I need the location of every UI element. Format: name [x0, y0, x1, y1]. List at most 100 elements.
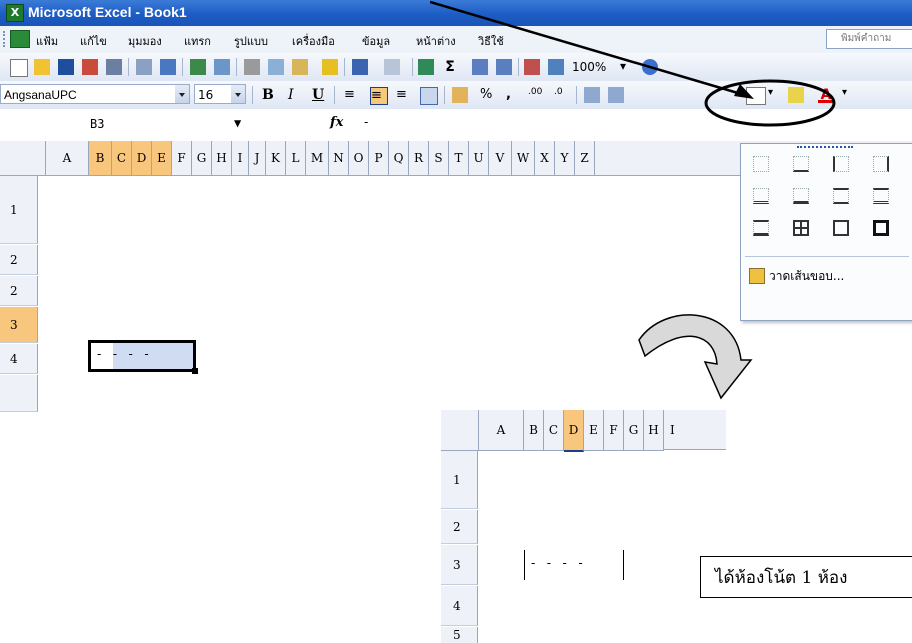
select-all-corner[interactable]	[441, 410, 479, 451]
new-icon[interactable]	[10, 59, 28, 77]
column-header[interactable]: R	[409, 141, 429, 175]
menu-format[interactable]: รูปแบบ	[234, 32, 268, 50]
print-icon[interactable]	[136, 59, 152, 75]
column-header[interactable]: E	[584, 410, 604, 451]
column-header[interactable]: O	[349, 141, 369, 175]
undo-icon[interactable]	[352, 59, 368, 75]
row-header[interactable]: 2	[0, 245, 38, 275]
top-bottom-border-icon[interactable]	[833, 188, 849, 204]
right-border-icon[interactable]	[873, 156, 889, 172]
bottom-double-border-icon[interactable]	[753, 188, 769, 204]
column-header[interactable]: G	[624, 410, 644, 451]
column-header[interactable]: S	[429, 141, 449, 175]
function-icon[interactable]: fx	[330, 115, 343, 130]
cut-icon[interactable]	[244, 59, 260, 75]
row-header[interactable]: 5	[441, 627, 478, 643]
column-header[interactable]: F	[604, 410, 624, 451]
select-all-corner[interactable]	[0, 141, 46, 175]
column-header[interactable]: D	[132, 141, 152, 175]
fill-handle[interactable]	[192, 368, 198, 374]
column-header[interactable]: F	[172, 141, 192, 175]
row-header[interactable]: 3	[441, 545, 478, 585]
row-header[interactable]: 1	[441, 451, 478, 509]
column-header[interactable]: M	[306, 141, 329, 175]
column-header[interactable]: I	[664, 410, 726, 450]
draw-borders-menu-item[interactable]: วาดเส้นขอบ...	[769, 267, 844, 286]
column-header[interactable]: H	[644, 410, 664, 451]
align-center-icon[interactable]: ≡	[370, 87, 388, 105]
font-name-select[interactable]: AngsanaUPC	[0, 84, 190, 104]
permission-icon[interactable]	[82, 59, 98, 75]
menu-file[interactable]: แฟ้ม	[36, 32, 58, 50]
print-preview-icon[interactable]	[160, 59, 176, 75]
spelling-icon[interactable]	[190, 59, 206, 75]
no-border-icon[interactable]	[753, 156, 769, 172]
column-header[interactable]: A	[46, 141, 89, 175]
column-header[interactable]: E	[152, 141, 172, 175]
font-size-select[interactable]: 16	[194, 84, 246, 104]
formula-input[interactable]: -	[364, 115, 368, 129]
menu-insert[interactable]: แทรก	[184, 32, 211, 50]
thick-bottom-border-icon[interactable]	[793, 188, 809, 204]
all-borders-icon[interactable]	[793, 220, 809, 236]
italic-button[interactable]: I	[288, 87, 304, 103]
workbook-icon[interactable]	[10, 30, 30, 48]
chevron-down-icon[interactable]	[231, 85, 245, 103]
ask-question-input[interactable]: พิมพ์คำถาม	[826, 29, 912, 49]
column-header[interactable]: X	[535, 141, 555, 175]
column-header[interactable]: V	[489, 141, 512, 175]
column-header[interactable]: I	[232, 141, 249, 175]
thick-box-border-icon[interactable]	[873, 220, 889, 236]
column-header[interactable]: U	[469, 141, 489, 175]
row-header[interactable]: 4	[441, 586, 478, 626]
chevron-down-icon[interactable]: ▾	[842, 87, 852, 103]
underline-button[interactable]: U	[312, 87, 328, 103]
column-header[interactable]: T	[449, 141, 469, 175]
selected-range[interactable]: - - - -	[88, 340, 198, 374]
save-icon[interactable]	[58, 59, 74, 75]
redo-icon[interactable]	[384, 59, 400, 75]
menu-edit[interactable]: แก้ไข	[80, 32, 107, 50]
column-header[interactable]: Y	[555, 141, 575, 175]
column-header[interactable]: Z	[575, 141, 595, 175]
research-icon[interactable]	[214, 59, 230, 75]
top-double-bottom-border-icon[interactable]	[873, 188, 889, 204]
column-header[interactable]: G	[192, 141, 212, 175]
toolbar-grip[interactable]	[3, 31, 8, 47]
column-header[interactable]: K	[266, 141, 286, 175]
row-header[interactable]	[0, 375, 38, 412]
row-header[interactable]: 2	[441, 510, 478, 544]
panel-drag-handle[interactable]	[797, 146, 853, 152]
column-header[interactable]: B	[524, 410, 544, 451]
row-header[interactable]: 2	[0, 276, 38, 306]
open-icon[interactable]	[34, 59, 50, 75]
column-header[interactable]: J	[249, 141, 266, 175]
column-header[interactable]: B	[89, 141, 112, 175]
paste-icon[interactable]	[292, 59, 308, 75]
copy-icon[interactable]	[268, 59, 284, 75]
top-thick-bottom-border-icon[interactable]	[753, 220, 769, 236]
outside-borders-icon[interactable]	[833, 220, 849, 236]
menu-data[interactable]: ข้อมูล	[362, 32, 390, 50]
left-border-icon[interactable]	[833, 156, 849, 172]
column-header[interactable]: A	[479, 410, 524, 451]
column-header[interactable]: L	[286, 141, 306, 175]
column-header[interactable]: C	[112, 141, 132, 175]
column-header[interactable]: Q	[389, 141, 409, 175]
name-box[interactable]: B3 ▼	[4, 114, 244, 134]
format-painter-icon[interactable]	[322, 59, 338, 75]
menu-view[interactable]: มุมมอง	[128, 32, 162, 50]
row-header[interactable]: 1	[0, 176, 38, 244]
align-right-icon[interactable]: ≡	[396, 87, 412, 103]
email-icon[interactable]	[106, 59, 122, 75]
menu-tools[interactable]: เครื่องมือ	[292, 32, 335, 50]
bold-button[interactable]: B	[262, 87, 278, 103]
column-header[interactable]: W	[512, 141, 535, 175]
column-header[interactable]: C	[544, 410, 564, 451]
column-header[interactable]: H	[212, 141, 232, 175]
chevron-down-icon[interactable]	[175, 85, 189, 103]
bottom-border-icon[interactable]	[793, 156, 809, 172]
column-header[interactable]: N	[329, 141, 349, 175]
row-header[interactable]: 4	[0, 344, 38, 374]
align-left-icon[interactable]: ≡	[344, 87, 360, 103]
